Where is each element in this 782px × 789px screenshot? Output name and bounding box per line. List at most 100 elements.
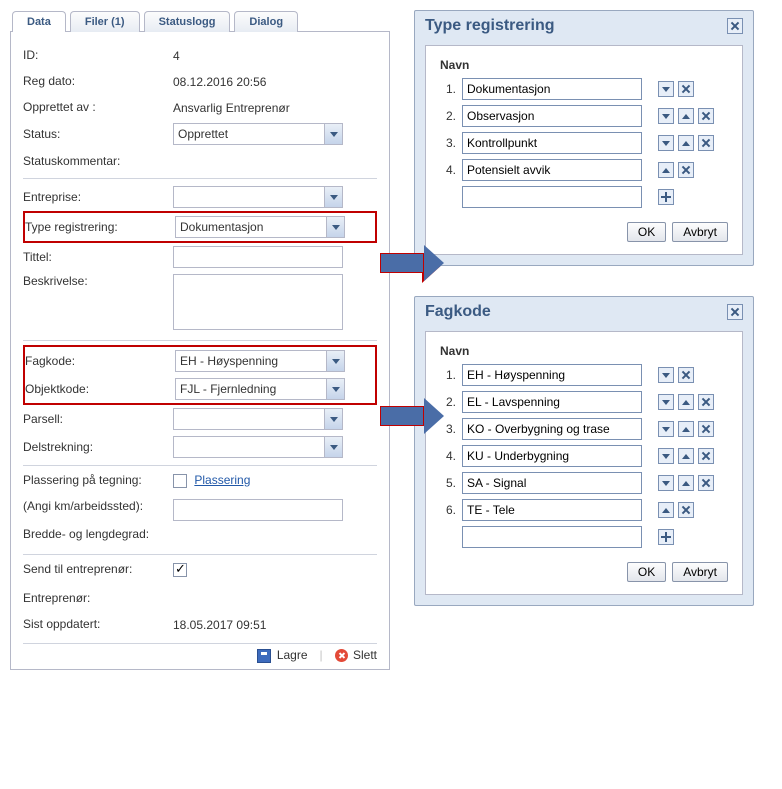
- chevron-up-icon: [682, 454, 690, 459]
- list-item-input[interactable]: [462, 445, 642, 467]
- send-til-checkbox[interactable]: [173, 563, 187, 577]
- remove-item-button[interactable]: [678, 502, 694, 518]
- tab-filer[interactable]: Filer (1): [70, 11, 140, 32]
- typereg-label: Type registrering:: [25, 220, 175, 234]
- list-item-number: 1.: [440, 368, 456, 382]
- move-down-button[interactable]: [658, 421, 674, 437]
- chevron-down-icon: [662, 481, 670, 486]
- angi-km-input[interactable]: [173, 499, 343, 521]
- chevron-down-icon[interactable]: [326, 351, 344, 371]
- remove-item-button[interactable]: [678, 162, 694, 178]
- list-item-input[interactable]: [462, 159, 642, 181]
- chevron-down-icon[interactable]: [324, 409, 342, 429]
- add-item-button[interactable]: [658, 189, 674, 205]
- delete-button[interactable]: Slett: [335, 648, 377, 663]
- objektkode-label: Objektkode:: [25, 382, 175, 396]
- remove-item-button[interactable]: [698, 475, 714, 491]
- tittel-input[interactable]: [173, 246, 343, 268]
- list-item-input-new[interactable]: [462, 526, 642, 548]
- chevron-down-icon[interactable]: [324, 187, 342, 207]
- move-up-button[interactable]: [678, 448, 694, 464]
- entreprise-label: Entreprise:: [23, 190, 173, 204]
- list-item-input[interactable]: [462, 472, 642, 494]
- chevron-down-icon[interactable]: [324, 437, 342, 457]
- save-button[interactable]: Lagre: [257, 648, 307, 663]
- remove-item-button[interactable]: [698, 421, 714, 437]
- close-icon: [681, 165, 691, 175]
- tab-statuslogg[interactable]: Statuslogg: [144, 11, 231, 32]
- move-down-button[interactable]: [658, 135, 674, 151]
- remove-item-button[interactable]: [698, 394, 714, 410]
- bredde-lengde-label: Bredde- og lengdegrad:: [23, 527, 173, 541]
- move-down-button[interactable]: [658, 367, 674, 383]
- chevron-down-icon: [662, 141, 670, 146]
- dialog-typereg-close[interactable]: [727, 18, 743, 34]
- move-up-button[interactable]: [678, 394, 694, 410]
- fagkode-label: Fagkode:: [25, 354, 175, 368]
- remove-item-button[interactable]: [678, 367, 694, 383]
- fagkode-ok-button[interactable]: OK: [627, 562, 666, 582]
- close-icon: [730, 21, 740, 31]
- close-icon: [701, 451, 711, 461]
- entreprise-combo[interactable]: [173, 186, 343, 208]
- list-item-input[interactable]: [462, 418, 642, 440]
- move-up-button[interactable]: [658, 162, 674, 178]
- remove-item-button[interactable]: [678, 81, 694, 97]
- typereg-cancel-button[interactable]: Avbryt: [672, 222, 728, 242]
- chevron-down-icon[interactable]: [324, 124, 342, 144]
- list-item-number: 4.: [440, 163, 456, 177]
- list-item-input[interactable]: [462, 391, 642, 413]
- move-up-button[interactable]: [658, 502, 674, 518]
- tab-data[interactable]: Data: [12, 11, 66, 32]
- chevron-up-icon: [662, 508, 670, 513]
- move-down-button[interactable]: [658, 448, 674, 464]
- beskrivelse-input[interactable]: [173, 274, 343, 330]
- move-up-button[interactable]: [678, 421, 694, 437]
- list-item-input[interactable]: [462, 364, 642, 386]
- close-icon: [701, 424, 711, 434]
- close-icon: [701, 478, 711, 488]
- move-down-button[interactable]: [658, 108, 674, 124]
- plassering-label: Plassering på tegning:: [23, 473, 173, 487]
- typereg-combo[interactable]: Dokumentasjon: [175, 216, 345, 238]
- move-up-button[interactable]: [678, 135, 694, 151]
- remove-item-button[interactable]: [698, 108, 714, 124]
- plassering-checkbox[interactable]: [173, 474, 187, 488]
- status-label: Status:: [23, 127, 173, 141]
- list-item: 4.: [440, 445, 728, 467]
- dialog-fagkode-close[interactable]: [727, 304, 743, 320]
- tab-dialog[interactable]: Dialog: [234, 11, 298, 32]
- regdato-value: 08.12.2016 20:56: [173, 73, 377, 89]
- list-item-input[interactable]: [462, 105, 642, 127]
- list-item-new: [440, 186, 728, 208]
- plassering-link[interactable]: Plassering: [194, 473, 250, 487]
- delstrekning-combo[interactable]: [173, 436, 343, 458]
- parsell-combo[interactable]: [173, 408, 343, 430]
- chevron-down-icon[interactable]: [326, 379, 344, 399]
- move-down-button[interactable]: [658, 475, 674, 491]
- typereg-ok-button[interactable]: OK: [627, 222, 666, 242]
- divider: [23, 340, 377, 341]
- move-down-button[interactable]: [658, 81, 674, 97]
- dialog-fagkode: Fagkode Navn 1.2.3.4.5.6. OK Avbryt: [414, 296, 754, 606]
- list-item-input[interactable]: [462, 499, 642, 521]
- remove-item-button[interactable]: [698, 135, 714, 151]
- add-item-button[interactable]: [658, 529, 674, 545]
- id-value: 4: [173, 47, 377, 63]
- list-item-input[interactable]: [462, 132, 642, 154]
- chevron-down-icon[interactable]: [326, 217, 344, 237]
- list-item-input[interactable]: [462, 78, 642, 100]
- move-up-button[interactable]: [678, 475, 694, 491]
- remove-item-button[interactable]: [698, 448, 714, 464]
- list-item-input-new[interactable]: [462, 186, 642, 208]
- fagkode-combo-text: EH - Høyspenning: [176, 351, 326, 371]
- objektkode-combo[interactable]: FJL - Fjernledning: [175, 378, 345, 400]
- fagkode-cancel-button[interactable]: Avbryt: [672, 562, 728, 582]
- list-item: 4.: [440, 159, 728, 181]
- fagkode-combo[interactable]: EH - Høyspenning: [175, 350, 345, 372]
- move-up-button[interactable]: [678, 108, 694, 124]
- list-item-number: 1.: [440, 82, 456, 96]
- status-combo[interactable]: Opprettet: [173, 123, 343, 145]
- main-panel: Data Filer (1) Statuslogg Dialog ID: 4 R…: [10, 10, 390, 670]
- move-down-button[interactable]: [658, 394, 674, 410]
